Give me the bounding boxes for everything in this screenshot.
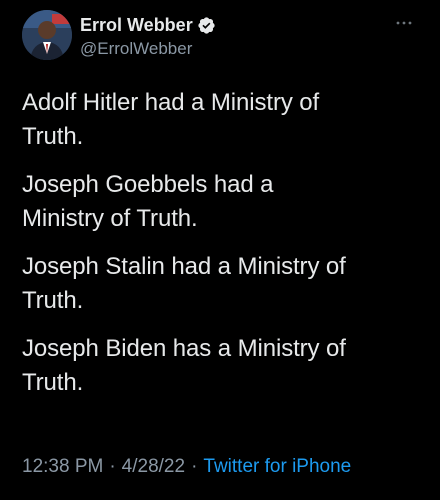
- tweet-paragraph: Joseph Biden has a Ministry of Truth.: [22, 335, 346, 396]
- display-name-row: Errol Webber: [80, 14, 216, 36]
- tweet-paragraph: Adolf Hitler had a Ministry of Truth.: [22, 89, 320, 150]
- tweet-date[interactable]: 4/28/22: [122, 456, 185, 477]
- author-handle[interactable]: @ErrolWebber: [80, 39, 216, 59]
- author-display-name[interactable]: Errol Webber: [80, 15, 193, 36]
- tweet-card: Errol Webber @ErrolWebber Adolf Hitler h…: [0, 0, 440, 500]
- meta-separator: ·: [109, 456, 116, 477]
- tweet-paragraph: Joseph Stalin had a Ministry of Truth.: [22, 253, 346, 314]
- tweet-source-link[interactable]: Twitter for iPhone: [203, 456, 351, 477]
- tweet-time[interactable]: 12:38 PM: [22, 456, 103, 477]
- avatar[interactable]: [22, 10, 72, 60]
- tweet-header: Errol Webber @ErrolWebber: [22, 10, 418, 64]
- tweet-text: Adolf Hitler had a Ministry of Truth. Jo…: [22, 86, 422, 414]
- tweet-metadata: 12:38 PM · 4/28/22 · Twitter for iPhone: [22, 456, 351, 478]
- author-names: Errol Webber @ErrolWebber: [80, 14, 216, 59]
- verified-badge-icon: [197, 16, 216, 35]
- tweet-paragraph: Joseph Goebbels had a Ministry of Truth.: [22, 171, 274, 232]
- more-options-icon[interactable]: [394, 16, 414, 30]
- meta-separator: ·: [191, 456, 198, 477]
- profile-photo-icon: [22, 10, 72, 60]
